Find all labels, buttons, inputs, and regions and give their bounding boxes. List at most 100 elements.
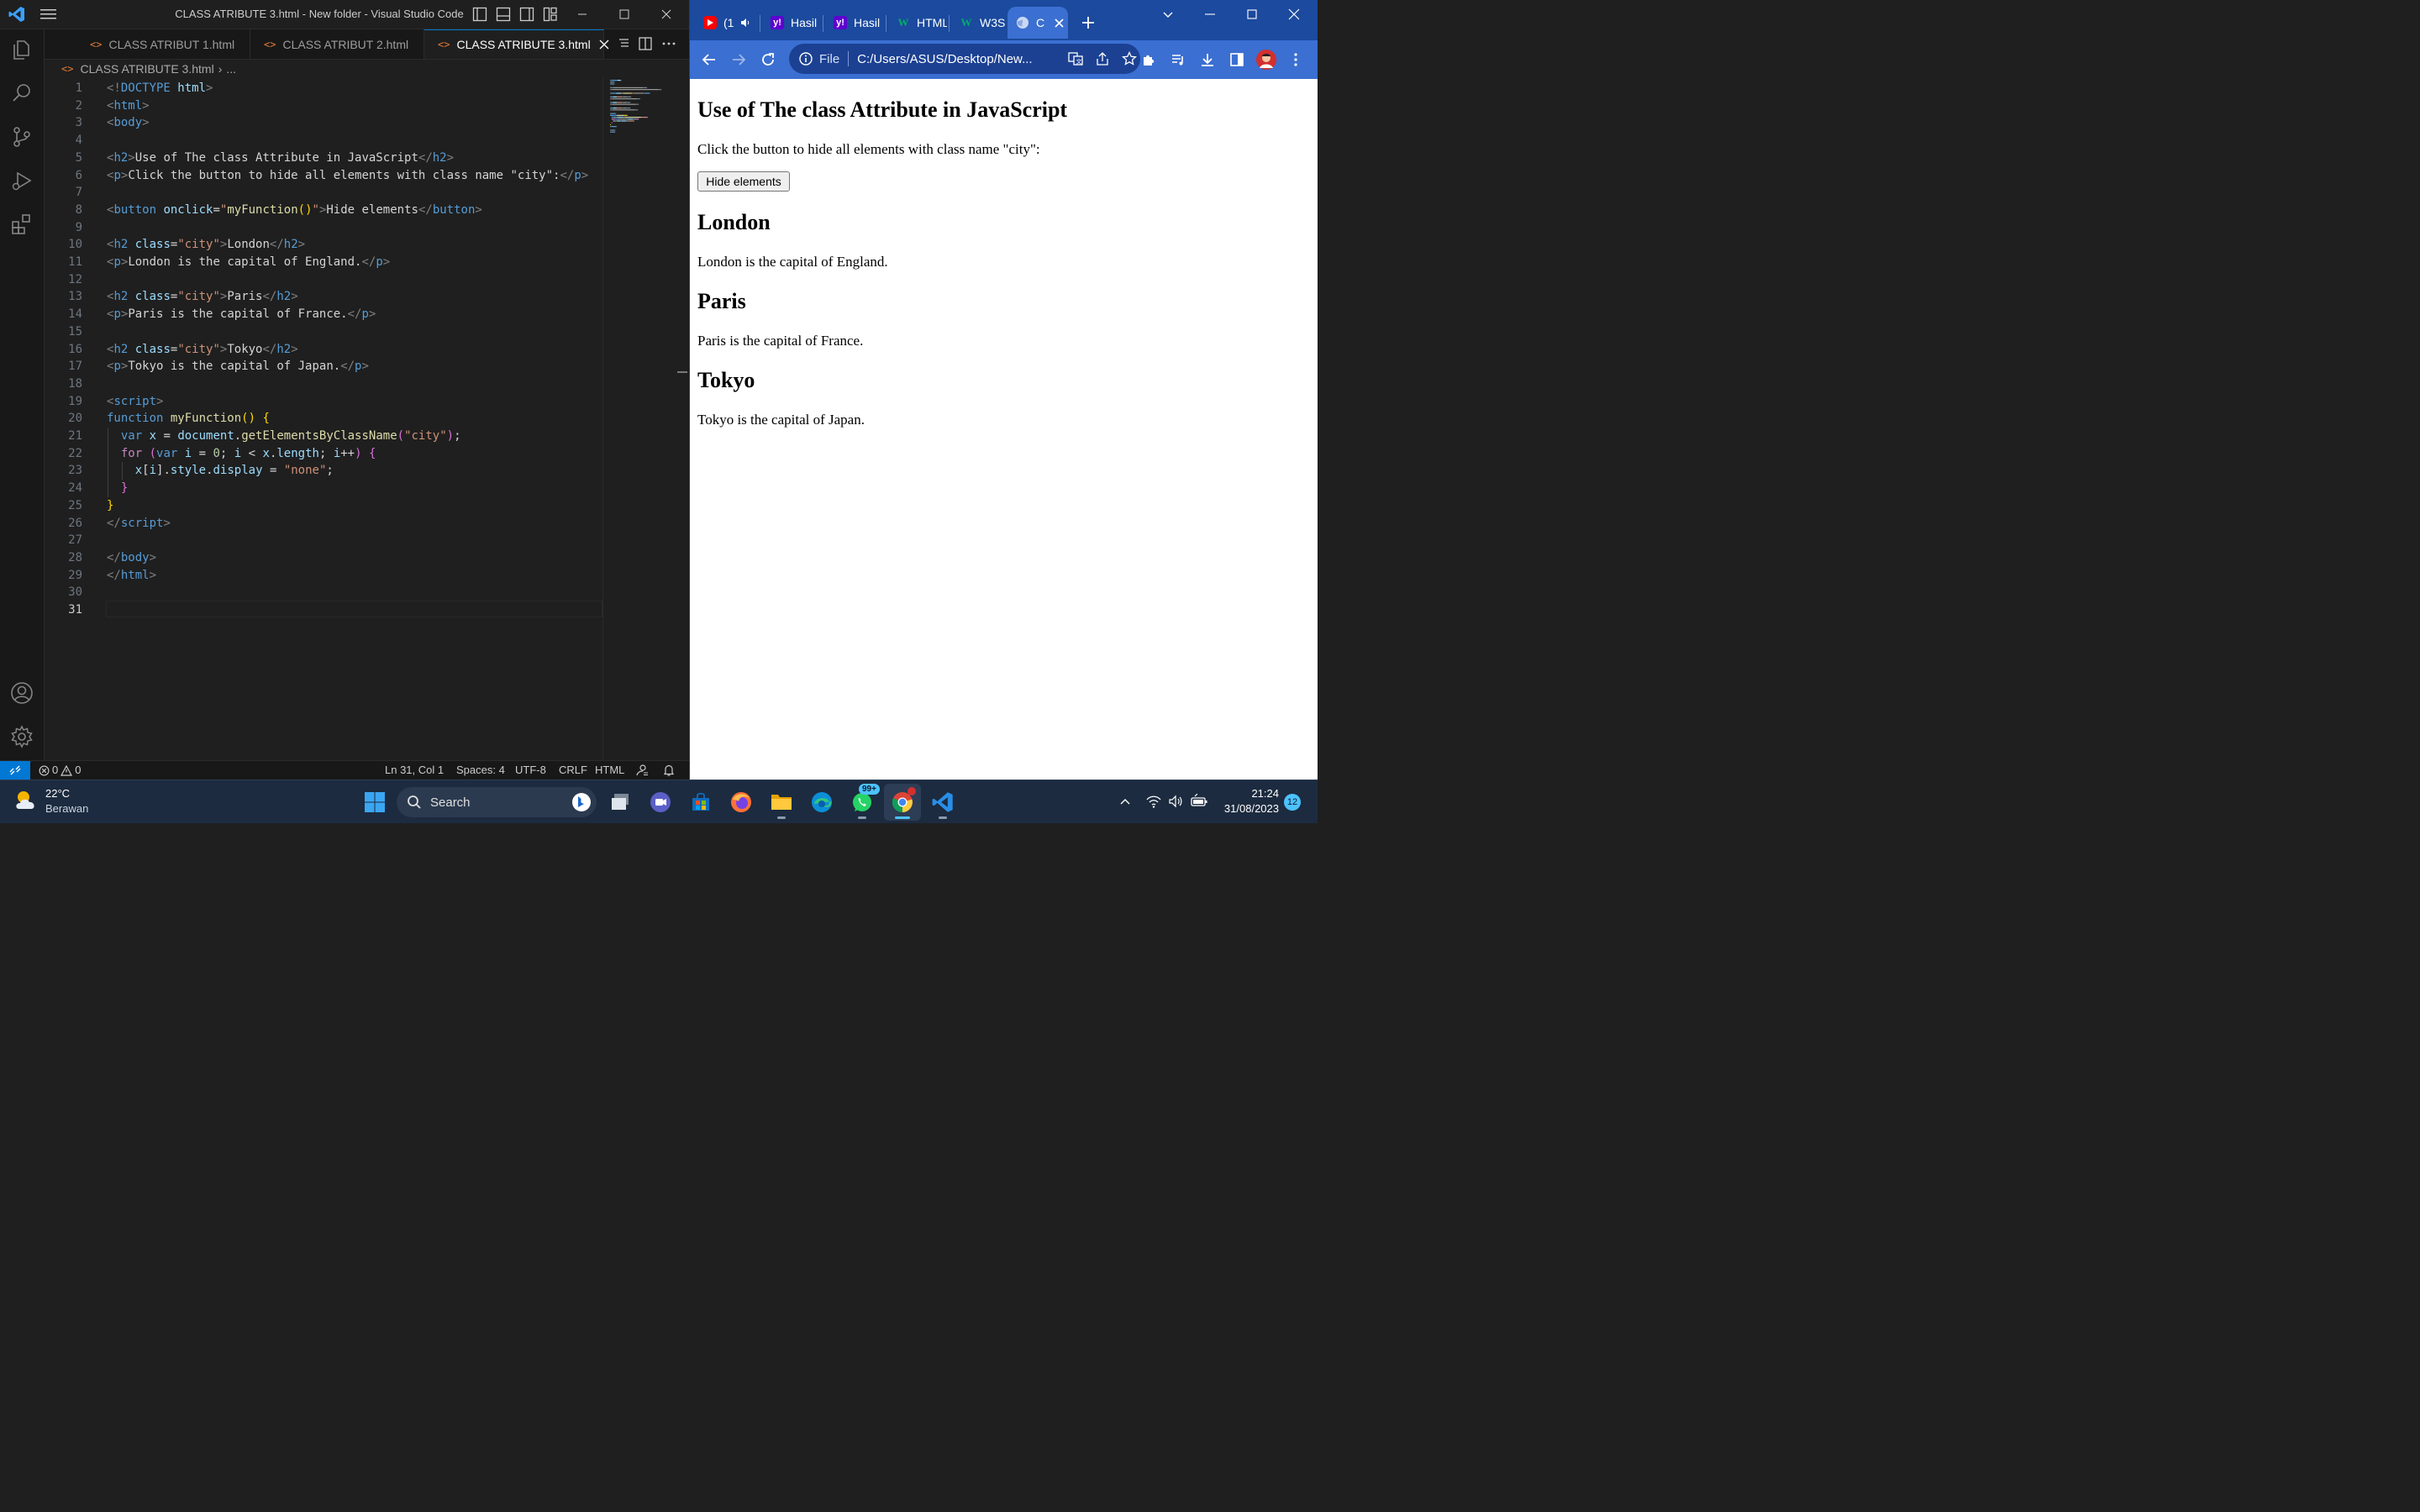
code-line[interactable]: 13 <h2 class="city">Paris</h2> bbox=[45, 288, 602, 306]
code-line[interactable]: 5 <h2>Use of The class Attribute in JavaS… bbox=[45, 150, 602, 167]
close-tab-icon[interactable] bbox=[1055, 18, 1064, 28]
hide-elements-button[interactable]: Hide elements bbox=[697, 171, 790, 192]
extensions-icon[interactable] bbox=[10, 213, 34, 236]
source-control-icon[interactable] bbox=[10, 125, 34, 149]
breadcrumb-symbol[interactable]: ... bbox=[226, 62, 236, 76]
vscode-app[interactable] bbox=[924, 784, 961, 821]
code-line[interactable]: 23 x[i].style.display = "none"; bbox=[45, 462, 602, 480]
chrome-app[interactable] bbox=[884, 784, 921, 821]
split-editor-icon[interactable] bbox=[638, 36, 653, 51]
taskbar-search-box[interactable]: Search bbox=[397, 787, 597, 817]
more-actions-icon[interactable] bbox=[661, 36, 676, 51]
explorer-icon[interactable] bbox=[10, 38, 34, 61]
close-window-button[interactable] bbox=[647, 0, 686, 29]
code-line[interactable]: 18 bbox=[45, 375, 602, 393]
chrome-tab-yahoo-2[interactable]: y! Hasil bbox=[825, 7, 884, 39]
minimize-button[interactable] bbox=[563, 0, 602, 29]
code-line[interactable]: 1 <!DOCTYPE html> bbox=[45, 80, 602, 97]
new-tab-icon[interactable] bbox=[1081, 16, 1095, 29]
weather-cloud-icon[interactable] bbox=[12, 785, 42, 816]
code-line[interactable]: 25} bbox=[45, 497, 602, 515]
clock-date[interactable]: 31/08/2023 bbox=[1210, 802, 1279, 815]
toggle-panel-icon[interactable] bbox=[496, 7, 511, 22]
wifi-icon[interactable] bbox=[1146, 794, 1161, 809]
bing-icon[interactable] bbox=[571, 792, 592, 812]
reload-icon[interactable] bbox=[757, 49, 779, 71]
cursor-position[interactable]: Ln 31, Col 1 bbox=[385, 761, 444, 780]
code-line[interactable]: 4 bbox=[45, 132, 602, 150]
tab-search-chevron-icon[interactable] bbox=[1162, 8, 1174, 20]
code-line[interactable]: 17 <p>Tokyo is the capital of Japan.</p> bbox=[45, 358, 602, 375]
side-panel-icon[interactable] bbox=[1226, 49, 1248, 71]
toggle-primary-sidebar-icon[interactable] bbox=[472, 7, 487, 22]
notifications-bell-icon[interactable] bbox=[662, 761, 676, 780]
weather-desc[interactable]: Berawan bbox=[45, 802, 88, 815]
problems-button[interactable]: 0 0 bbox=[39, 761, 81, 780]
code-line[interactable]: 19 <script> bbox=[45, 393, 602, 411]
minimize-icon[interactable] bbox=[1204, 8, 1216, 20]
info-icon[interactable] bbox=[799, 52, 813, 66]
translate-icon[interactable]: 文 bbox=[1068, 51, 1083, 66]
tab-class-atribut-1[interactable]: <> CLASS ATRIBUT 1.html bbox=[76, 29, 250, 59]
chrome-tab-w3schools-2[interactable]: W W3S bbox=[951, 7, 1006, 39]
address-bar[interactable]: File C:/Users/ASUS/Desktop/New... 文 bbox=[789, 44, 1140, 74]
code-line[interactable]: 24 } bbox=[45, 480, 602, 497]
code-line[interactable]: 9 bbox=[45, 219, 602, 237]
code-line[interactable]: 14 <p>Paris is the capital of France.</p> bbox=[45, 306, 602, 323]
profile-avatar[interactable] bbox=[1255, 49, 1277, 71]
code-line[interactable]: 16 <h2 class="city">Tokyo</h2> bbox=[45, 341, 602, 359]
chrome-tab-active[interactable]: C bbox=[1007, 7, 1068, 39]
code-line[interactable]: 7 bbox=[45, 184, 602, 202]
code-line[interactable]: 15 bbox=[45, 323, 602, 341]
file-explorer-app[interactable] bbox=[763, 784, 800, 821]
download-icon[interactable] bbox=[1197, 49, 1218, 71]
indentation-setting[interactable]: Spaces: 4 bbox=[456, 761, 505, 780]
code-editor[interactable]: 1 <!DOCTYPE html> 2 <html> 3 <body> 4 5 <h2>Use … bbox=[45, 78, 602, 760]
code-line[interactable]: 2 <html> bbox=[45, 97, 602, 115]
code-line[interactable]: 20 function myFunction() { bbox=[45, 410, 602, 428]
code-line[interactable]: 22 for (var i = 0; i < x.length; i++) { bbox=[45, 445, 602, 463]
extensions-puzzle-icon[interactable] bbox=[1138, 49, 1160, 71]
code-line[interactable]: 29 </html> bbox=[45, 567, 602, 585]
outline-icon[interactable] bbox=[618, 37, 631, 50]
code-line[interactable]: 31 bbox=[45, 601, 602, 619]
code-line[interactable]: 28 </body> bbox=[45, 549, 602, 567]
code-line[interactable]: 30 bbox=[45, 584, 602, 601]
toggle-secondary-sidebar-icon[interactable] bbox=[519, 7, 534, 22]
code-line[interactable]: 10 <h2 class="city">London</h2> bbox=[45, 236, 602, 254]
chrome-menu-icon[interactable] bbox=[1285, 49, 1307, 71]
chrome-tab-yahoo-1[interactable]: y! Hasil bbox=[762, 7, 821, 39]
eol-setting[interactable]: CRLF bbox=[559, 761, 587, 780]
bookmark-star-icon[interactable] bbox=[1122, 51, 1137, 66]
share-icon[interactable] bbox=[1095, 51, 1110, 66]
code-line[interactable]: 21 var x = document.getElementsByClassNa… bbox=[45, 428, 602, 445]
notification-count-badge[interactable]: 12 bbox=[1284, 794, 1301, 811]
start-button[interactable] bbox=[356, 784, 393, 821]
code-line[interactable]: 12 bbox=[45, 271, 602, 289]
code-line[interactable]: 27 bbox=[45, 532, 602, 549]
back-arrow-icon[interactable] bbox=[698, 49, 720, 71]
code-line[interactable]: 8 <button onclick="myFunction()">Hide ele… bbox=[45, 202, 602, 219]
code-line[interactable]: 11 <p>London is the capital of England.</… bbox=[45, 254, 602, 271]
close-tab-icon[interactable] bbox=[599, 39, 609, 50]
encoding-setting[interactable]: UTF-8 bbox=[515, 761, 546, 780]
code-line[interactable]: 3 <body> bbox=[45, 114, 602, 132]
feedback-icon[interactable] bbox=[635, 761, 649, 780]
tab-class-atribut-2[interactable]: <> CLASS ATRIBUT 2.html bbox=[250, 29, 424, 59]
settings-gear-icon[interactable] bbox=[10, 725, 34, 748]
language-mode[interactable]: HTML bbox=[595, 761, 624, 780]
search-icon[interactable] bbox=[10, 81, 34, 105]
store-app[interactable] bbox=[682, 784, 719, 821]
clock-time[interactable]: 21:24 bbox=[1218, 787, 1279, 800]
maximize-icon[interactable] bbox=[1246, 8, 1258, 20]
weather-temp[interactable]: 22°C bbox=[45, 787, 70, 800]
teams-app[interactable] bbox=[642, 784, 679, 821]
remote-indicator-button[interactable] bbox=[0, 761, 30, 780]
edge-app[interactable] bbox=[803, 784, 840, 821]
run-debug-icon[interactable] bbox=[10, 169, 34, 192]
customize-layout-icon[interactable] bbox=[543, 7, 558, 22]
chrome-tab-w3schools-1[interactable]: W HTML bbox=[888, 7, 948, 39]
show-hidden-icons-chevron-icon[interactable] bbox=[1119, 795, 1131, 807]
task-view-button[interactable] bbox=[602, 784, 639, 821]
close-icon[interactable] bbox=[1288, 8, 1300, 20]
